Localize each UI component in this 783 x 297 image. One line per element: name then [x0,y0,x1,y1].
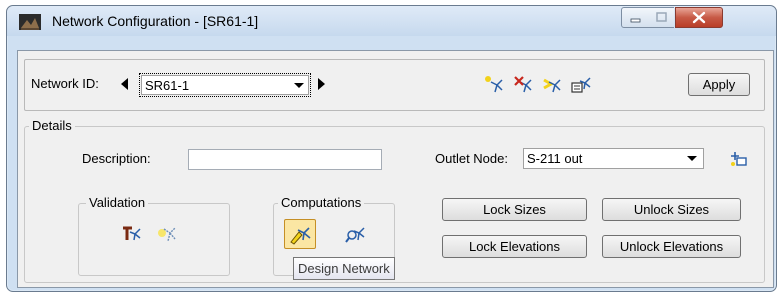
description-input[interactable] [188,149,382,170]
window-title: Network Configuration - [SR61-1] [52,13,259,29]
design-network-icon [290,227,311,245]
unlock-sizes-button[interactable]: Unlock Sizes [602,198,741,221]
add-network-icon[interactable] [483,74,505,96]
network-configuration-window: Network Configuration - [SR61-1] Network… [6,5,777,292]
analyze-network-icon[interactable] [345,223,367,245]
maximize-button[interactable] [649,7,674,28]
minimize-icon [630,18,641,23]
network-id-dropdown[interactable]: SR61-1 [139,73,311,97]
app-icon [19,14,41,30]
network-id-value: SR61-1 [145,78,190,93]
delete-network-icon[interactable] [512,74,534,96]
lock-elevations-button[interactable]: Lock Elevations [442,235,587,258]
previous-network-arrow-icon[interactable] [121,78,128,90]
minimize-button[interactable] [621,7,650,28]
lock-sizes-button[interactable]: Lock Sizes [442,198,587,221]
network-highlight-icon[interactable] [541,74,563,96]
next-network-arrow-icon[interactable] [318,78,325,90]
outlet-node-label: Outlet Node: [435,151,508,166]
computations-group-label: Computations [278,195,365,210]
unlock-elevations-button[interactable]: Unlock Elevations [602,235,741,258]
network-id-panel: Network ID: SR61-1 Apply [24,59,765,111]
network-properties-icon[interactable] [570,74,592,96]
maximize-icon [656,12,667,22]
apply-button[interactable]: Apply [688,73,750,96]
validate-network-icon[interactable] [121,223,143,245]
validation-group-label: Validation [86,195,149,210]
design-network-button[interactable] [284,219,316,249]
design-network-tooltip: Design Network [293,257,395,280]
close-icon [692,11,706,24]
network-id-label: Network ID: [31,76,99,91]
chevron-down-icon [687,156,697,161]
validation-highlight-icon[interactable] [156,223,178,245]
details-group-label: Details [29,118,75,133]
chevron-down-icon [294,83,304,88]
dialog-client-area: Network ID: SR61-1 Apply Details Descrip… [17,50,774,288]
description-label: Description: [82,151,151,166]
outlet-node-value: S-211 out [527,151,583,166]
pick-outlet-node-icon[interactable] [728,148,750,170]
validation-group [78,203,230,276]
title-bar[interactable]: Network Configuration - [SR61-1] [7,6,776,36]
close-button[interactable] [675,7,723,28]
outlet-node-dropdown[interactable]: S-211 out [523,148,704,169]
